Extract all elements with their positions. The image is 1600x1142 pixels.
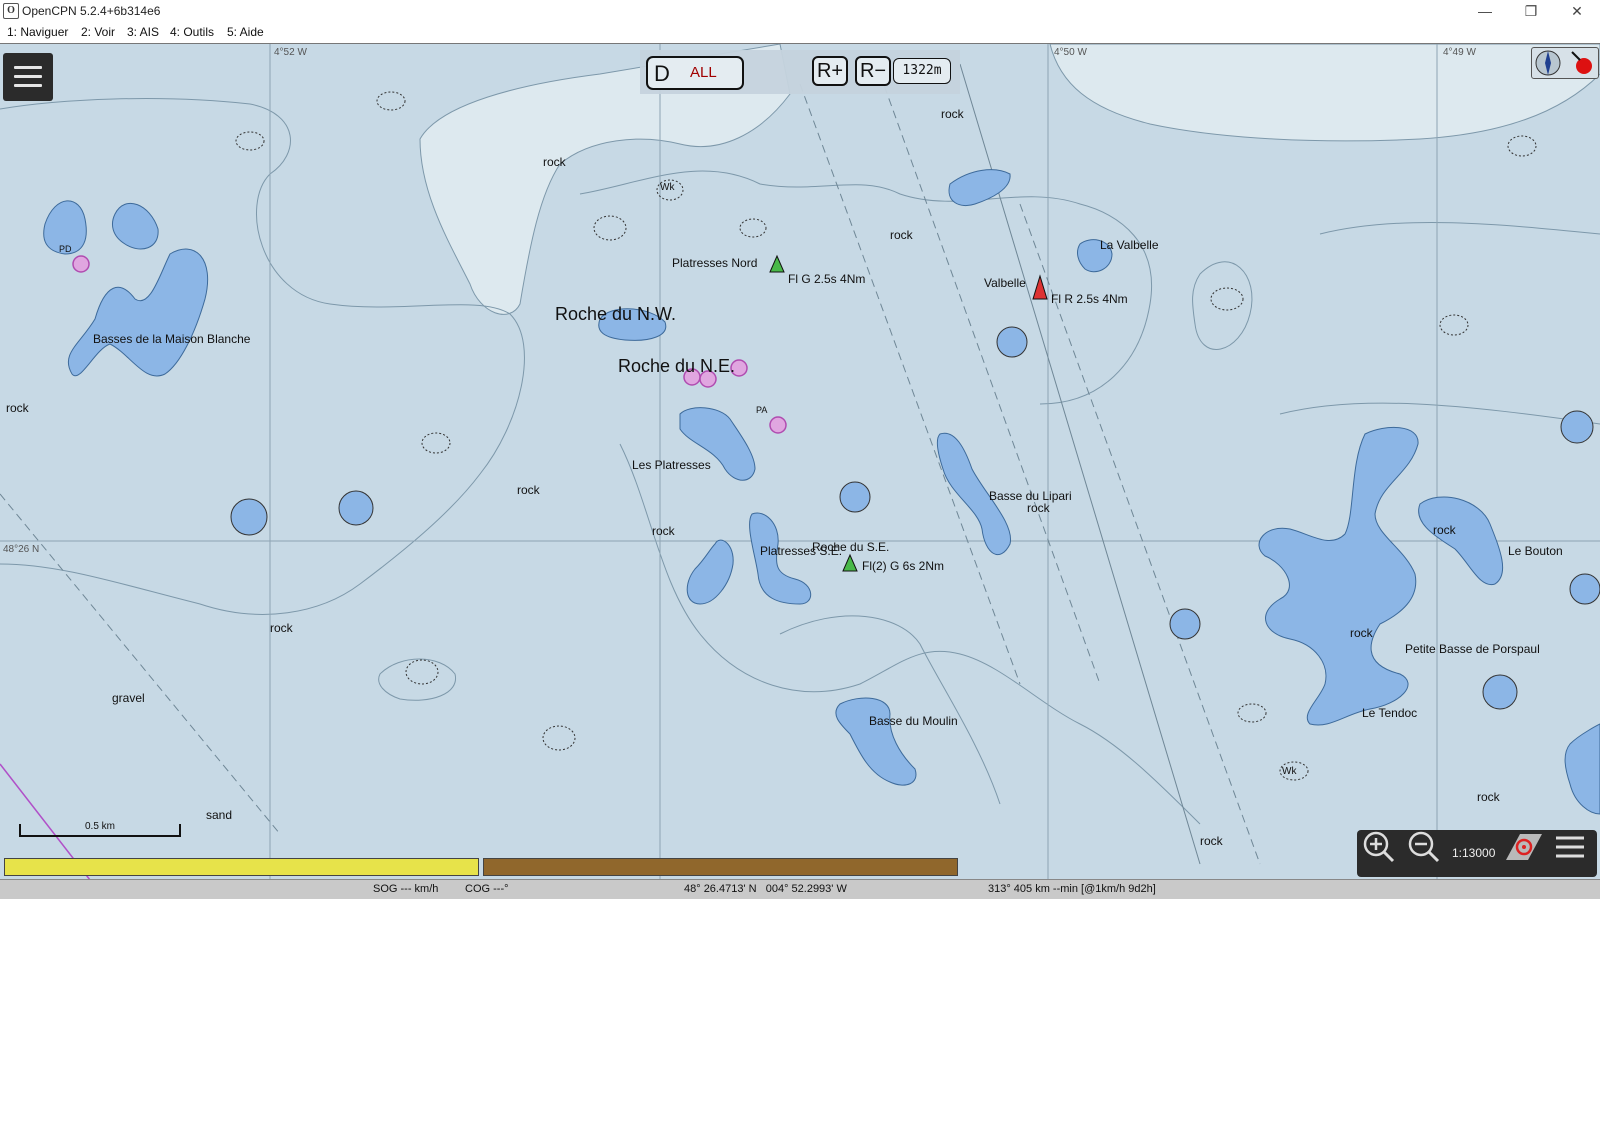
light-label: Fl G 2.5s 4Nm (788, 272, 866, 286)
feature-label: Basse du Moulin (869, 714, 958, 728)
light-label: Fl(2) G 6s 2Nm (862, 559, 945, 573)
chart-scale: 1:13000 (1452, 846, 1496, 860)
light-label: Fl R 2.5s 4Nm (1051, 292, 1128, 306)
window-title: OpenCPN 5.2.4+6b314e6 (22, 4, 161, 18)
route-readout: 313° 405 km --min [@1km/h 9d2h] (988, 883, 1156, 895)
zoom-in-icon[interactable] (1362, 830, 1396, 864)
main-menu-button[interactable] (3, 53, 53, 101)
chart-graphics (0, 44, 1600, 880)
rock-label: rock (1200, 834, 1223, 848)
chart-canvas[interactable]: 4°52 W 4°50 W 4°49 W 48°26 N D ALL R+ R−… (0, 43, 1600, 880)
menu-outils[interactable]: 4: Outils (170, 25, 214, 39)
rock-label: rock (270, 621, 293, 635)
rock-label: rock (543, 155, 566, 169)
bottom-control-bar: 1:13000 (1357, 830, 1597, 877)
chart-bar-brown[interactable] (483, 858, 958, 876)
opencpn-app-icon: O (3, 3, 19, 19)
scale-bar-label: 0.5 km (85, 821, 116, 832)
pa-label: PA (756, 405, 768, 415)
rock-label: rock (890, 228, 913, 242)
menu-aide[interactable]: 5: Aide (227, 25, 264, 39)
seabed-label: gravel (112, 691, 145, 705)
feature-label: Platresses Nord (672, 256, 758, 270)
compass-icon (1535, 50, 1592, 76)
menu-lines-icon[interactable] (1553, 830, 1587, 864)
cursor-position: 48° 26.4713' N 004° 52.2993' W (684, 883, 847, 895)
feature-label: Roche du S.E. (812, 540, 890, 554)
title-bar: O OpenCPN 5.2.4+6b314e6 — ❐ ✕ (0, 0, 1600, 22)
quilt-icon[interactable] (1502, 830, 1546, 864)
menu-naviguer[interactable]: 1: Naviguer (7, 25, 68, 39)
feature-label: Petite Basse de Porspaul (1405, 642, 1540, 656)
menu-bar: 1: Naviguer 2: Voir 3: AIS 4: Outils 5: … (0, 22, 1600, 42)
feature-label: Les Platresses (632, 458, 711, 472)
feature-label: Le Bouton (1508, 544, 1563, 558)
cog-readout: COG ---° (465, 883, 509, 895)
range-minus-button[interactable]: R− (855, 56, 891, 86)
compass-widget[interactable] (1531, 47, 1599, 79)
rock-label: rock (1350, 626, 1373, 640)
zoom-out-icon[interactable] (1407, 830, 1441, 864)
rock-label: rock (941, 107, 964, 121)
rock-label: rock (1433, 523, 1456, 537)
wreck-label: Wk (1282, 766, 1297, 777)
wreck-label: Wk (660, 182, 675, 193)
lon-label: 4°49 W (1443, 47, 1476, 58)
sog-readout: SOG --- km/h (373, 883, 439, 895)
feature-label: Valbelle (984, 276, 1026, 290)
hamburger-icon (14, 66, 42, 69)
rock-label: rock (1477, 790, 1500, 804)
menu-ais[interactable]: 3: AIS (127, 25, 159, 39)
feature-label: Basses de la Maison Blanche (93, 332, 251, 346)
lon-label: 4°52 W (274, 47, 307, 58)
range-plus-button[interactable]: R+ (812, 56, 848, 86)
menu-voir[interactable]: 2: Voir (81, 25, 115, 39)
seabed-label: sand (206, 808, 233, 822)
feature-label: Roche du N.E. (618, 356, 736, 376)
range-display: 1322m (893, 58, 951, 84)
maximize-button[interactable]: ❐ (1508, 0, 1554, 22)
chart-bar-yellow[interactable] (4, 858, 479, 876)
rock-label: rock (6, 401, 29, 415)
lon-label: 4°50 W (1054, 47, 1087, 58)
rock-label: rock (652, 524, 675, 538)
feature-label: La Valbelle (1100, 238, 1159, 252)
status-bar: SOG --- km/h COG ---° 48° 26.4713' N 004… (0, 879, 1600, 899)
lat-label: 48°26 N (3, 544, 40, 555)
rock-label: rock (517, 483, 540, 497)
feature-label: Le Tendoc (1362, 706, 1418, 720)
rock-label: rock (1027, 501, 1050, 515)
minimize-button[interactable]: — (1462, 0, 1508, 22)
feature-label: Roche du N.W. (555, 304, 677, 324)
pd-label: PD (59, 244, 72, 254)
chart-piano-d[interactable]: D ALL (646, 56, 744, 90)
close-button[interactable]: ✕ (1554, 0, 1600, 22)
